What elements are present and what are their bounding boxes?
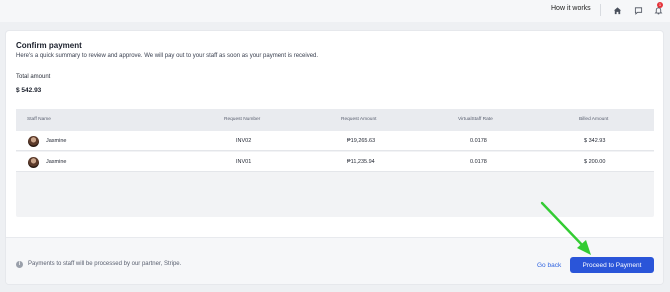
topbar-divider [600, 4, 601, 16]
info-icon: i [16, 261, 23, 268]
chat-icon[interactable] [632, 4, 644, 16]
request-number: INV02 [236, 138, 252, 144]
page-title: Confirm payment [16, 41, 82, 50]
request-amount: ₱11,235.94 [347, 159, 375, 165]
rate: 0.0178 [470, 138, 487, 144]
rate: 0.0178 [470, 159, 487, 165]
payment-table: Staff Name Request Number Request Amount… [16, 109, 654, 217]
stripe-note: Payments to staff will be processed by o… [28, 261, 182, 267]
column-header-request-number: Request Number [224, 117, 261, 122]
proceed-to-payment-button[interactable]: Proceed to Payment [570, 257, 654, 273]
total-amount-label: Total amount [16, 74, 51, 80]
request-number: INV01 [236, 159, 252, 165]
go-back-link[interactable]: Go back [537, 262, 561, 269]
staff-name: Jasmine [46, 138, 67, 144]
page-subtitle: Here's a quick summary to review and app… [16, 53, 319, 59]
column-header-request-amount: Request Amount [341, 117, 377, 122]
request-amount: ₱19,265.63 [347, 138, 376, 144]
column-header-staff-name: Staff Name [27, 117, 51, 122]
table-row[interactable]: Jasmine INV01 ₱11,235.94 0.0178 $ 200.00 [16, 152, 654, 172]
billed-amount: $ 200.00 [584, 159, 606, 165]
staff-name: Jasmine [46, 159, 67, 165]
home-icon[interactable] [611, 4, 623, 16]
total-amount-value: $ 542.93 [16, 87, 42, 94]
column-header-rate: VirtualStaff Rate [458, 117, 493, 122]
billed-amount: $ 342.93 [584, 138, 606, 144]
table-row[interactable]: Jasmine INV02 ₱19,265.63 0.0178 $ 342.93 [16, 131, 654, 151]
avatar [28, 157, 39, 168]
table-header: Staff Name Request Number Request Amount… [16, 109, 654, 131]
confirm-payment-card: Confirm payment Here's a quick summary t… [6, 31, 663, 284]
notification-badge: 1 [657, 2, 663, 8]
top-bar: How it works 1 [0, 0, 670, 22]
avatar [28, 136, 39, 147]
card-footer: i Payments to staff will be processed by… [6, 237, 663, 284]
column-header-billed-amount: Billed Amount [579, 117, 609, 122]
how-it-works-link[interactable]: How it works [551, 5, 591, 12]
